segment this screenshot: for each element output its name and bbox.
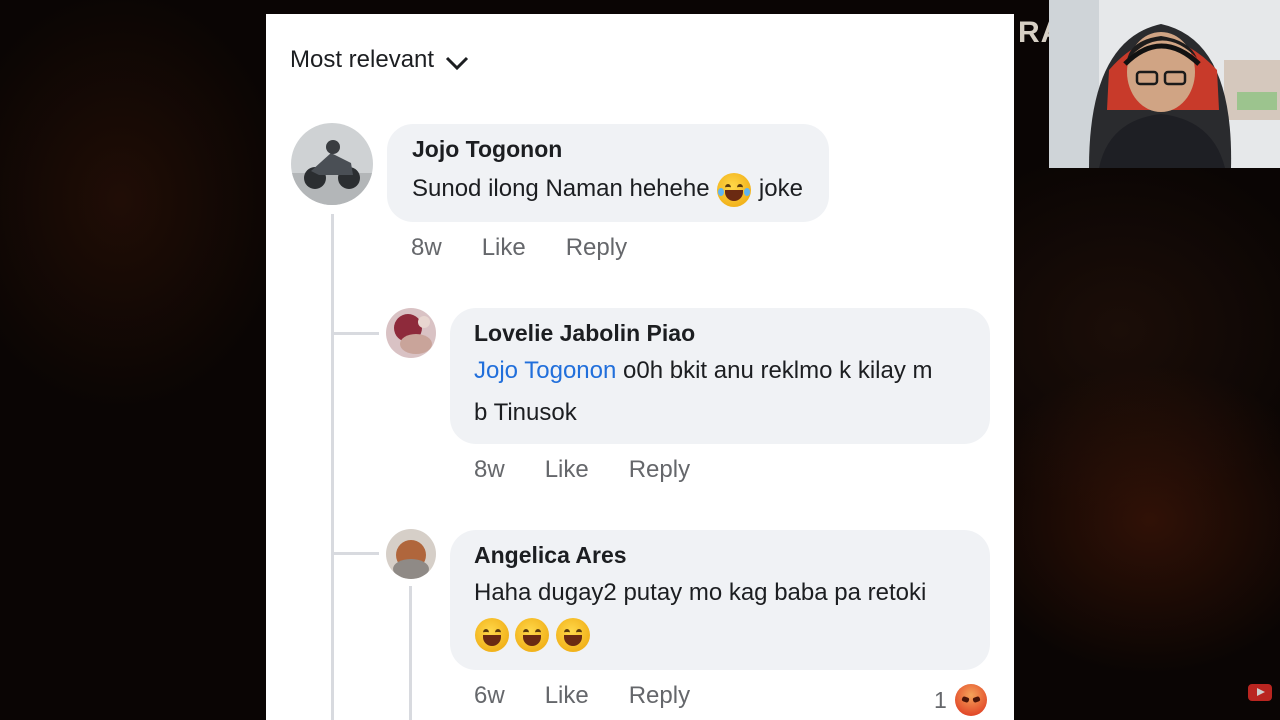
comment-author[interactable]: Jojo Togonon — [412, 136, 562, 163]
comment-text-line: Sunod ilong Naman hehehe joke — [412, 168, 803, 210]
comment-text: Sunod ilong Naman hehehe — [412, 175, 710, 202]
comment-time[interactable]: 8w — [474, 456, 505, 484]
thread-branch — [331, 552, 379, 555]
comment-text-line: Jojo Togonon o0h bkit anu reklmo k kilay… — [474, 350, 933, 392]
thread-line — [331, 214, 334, 720]
comment-text-suffix: joke — [758, 175, 803, 202]
reaction-summary[interactable]: 1 — [934, 684, 987, 716]
reply-button[interactable]: Reply — [566, 234, 627, 262]
comment-time[interactable]: 8w — [411, 234, 442, 262]
like-button[interactable]: Like — [482, 234, 526, 262]
like-button[interactable]: Like — [545, 456, 589, 484]
youtube-subscribe-icon[interactable] — [1248, 684, 1272, 701]
comment-author[interactable]: Lovelie Jabolin Piao — [474, 320, 695, 347]
webcam-overlay — [1049, 0, 1280, 168]
sort-dropdown[interactable]: Most relevant — [290, 46, 470, 74]
reply-button[interactable]: Reply — [629, 682, 690, 710]
thread-branch — [331, 332, 379, 335]
comment-author[interactable]: Angelica Ares — [474, 542, 627, 569]
comments-panel: Most relevant Jojo Togonon Sunod ilong N… — [266, 14, 1014, 720]
like-button[interactable]: Like — [545, 682, 589, 710]
comment-bubble: Angelica Ares Haha dugay2 putay mo kag b… — [450, 530, 990, 670]
tears-of-joy-emoji — [717, 172, 752, 207]
thread-line — [409, 586, 412, 720]
comment-actions: 8w Like Reply — [474, 456, 690, 484]
laughing-emoji — [555, 618, 590, 652]
comment-text: Haha dugay2 putay mo kag baba pa retoki — [474, 579, 927, 606]
emoji-group — [474, 618, 591, 652]
reaction-count: 1 — [934, 686, 947, 713]
angry-reaction-icon — [954, 684, 987, 716]
comment-bubble: Lovelie Jabolin Piao Jojo Togonon o0h bk… — [450, 308, 990, 444]
laughing-emoji — [515, 618, 550, 652]
comment-actions: 6w Like Reply — [474, 682, 690, 710]
sort-label: Most relevant — [290, 46, 435, 73]
mention-link[interactable]: Jojo Togonon — [474, 357, 616, 384]
avatar[interactable] — [386, 529, 436, 579]
reply-button[interactable]: Reply — [629, 456, 690, 484]
comment-actions: 8w Like Reply — [411, 234, 627, 262]
avatar[interactable] — [386, 308, 436, 358]
comment-text: b Tinusok — [474, 399, 577, 426]
chevron-down-icon — [444, 51, 470, 71]
avatar[interactable] — [291, 123, 373, 205]
comment-bubble: Jojo Togonon Sunod ilong Naman hehehe jo… — [387, 124, 829, 222]
comment-time[interactable]: 6w — [474, 682, 505, 710]
laughing-emoji — [475, 618, 509, 652]
comment-text: o0h bkit anu reklmo k kilay m — [623, 357, 933, 384]
